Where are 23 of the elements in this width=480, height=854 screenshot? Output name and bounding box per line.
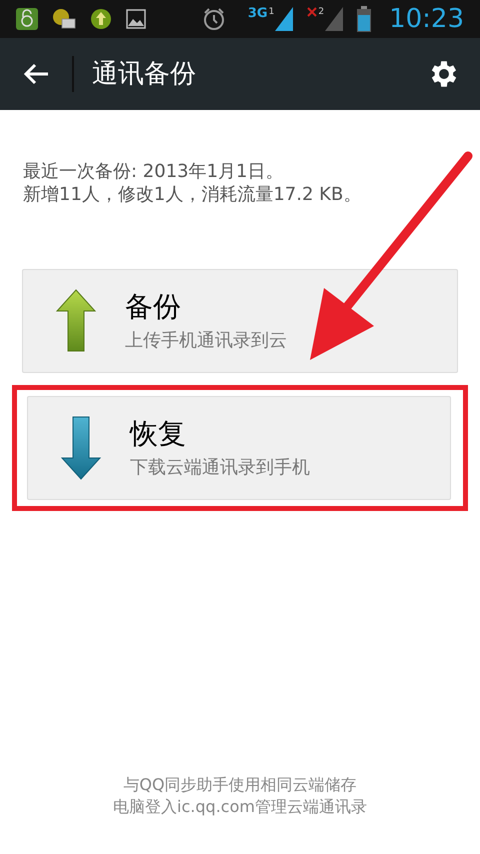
sim-label: 1 (268, 7, 274, 17)
action-button[interactable]: 恢复 下载云端通讯录到手机 (27, 396, 451, 500)
last-backup-text: 最近一次备份: 2013年1月1日。 (23, 160, 284, 183)
alarm-icon (202, 7, 226, 31)
up-arrow-icon (56, 289, 96, 353)
network-label: 3G (248, 7, 268, 21)
footer-text: 与QQ同步助手使用相同云端储存 (123, 774, 357, 796)
clock-time: 10:23 (389, 4, 464, 34)
battery-icon (357, 6, 372, 32)
toolbar-title: 通讯备份 (92, 58, 197, 90)
back-arrow-icon (23, 63, 49, 85)
contact-mail-icon (52, 8, 76, 30)
upload-circle-icon (90, 8, 112, 30)
lock-app-icon (16, 8, 38, 30)
down-arrow-icon (61, 416, 101, 480)
backup-stats-text: 新增11人，修改1人，消耗流量17.2 KB。 (23, 183, 362, 206)
signal-icon (325, 7, 344, 31)
action-button[interactable]: 备份 上传手机通讯录到云 (22, 269, 458, 373)
image-icon (126, 9, 146, 29)
sim-label: 2 (318, 7, 324, 17)
signal-icon (275, 7, 294, 31)
footer-text: 电脑登入ic.qq.com管理云端通讯录 (113, 796, 367, 818)
no-signal-x-icon (307, 7, 318, 17)
